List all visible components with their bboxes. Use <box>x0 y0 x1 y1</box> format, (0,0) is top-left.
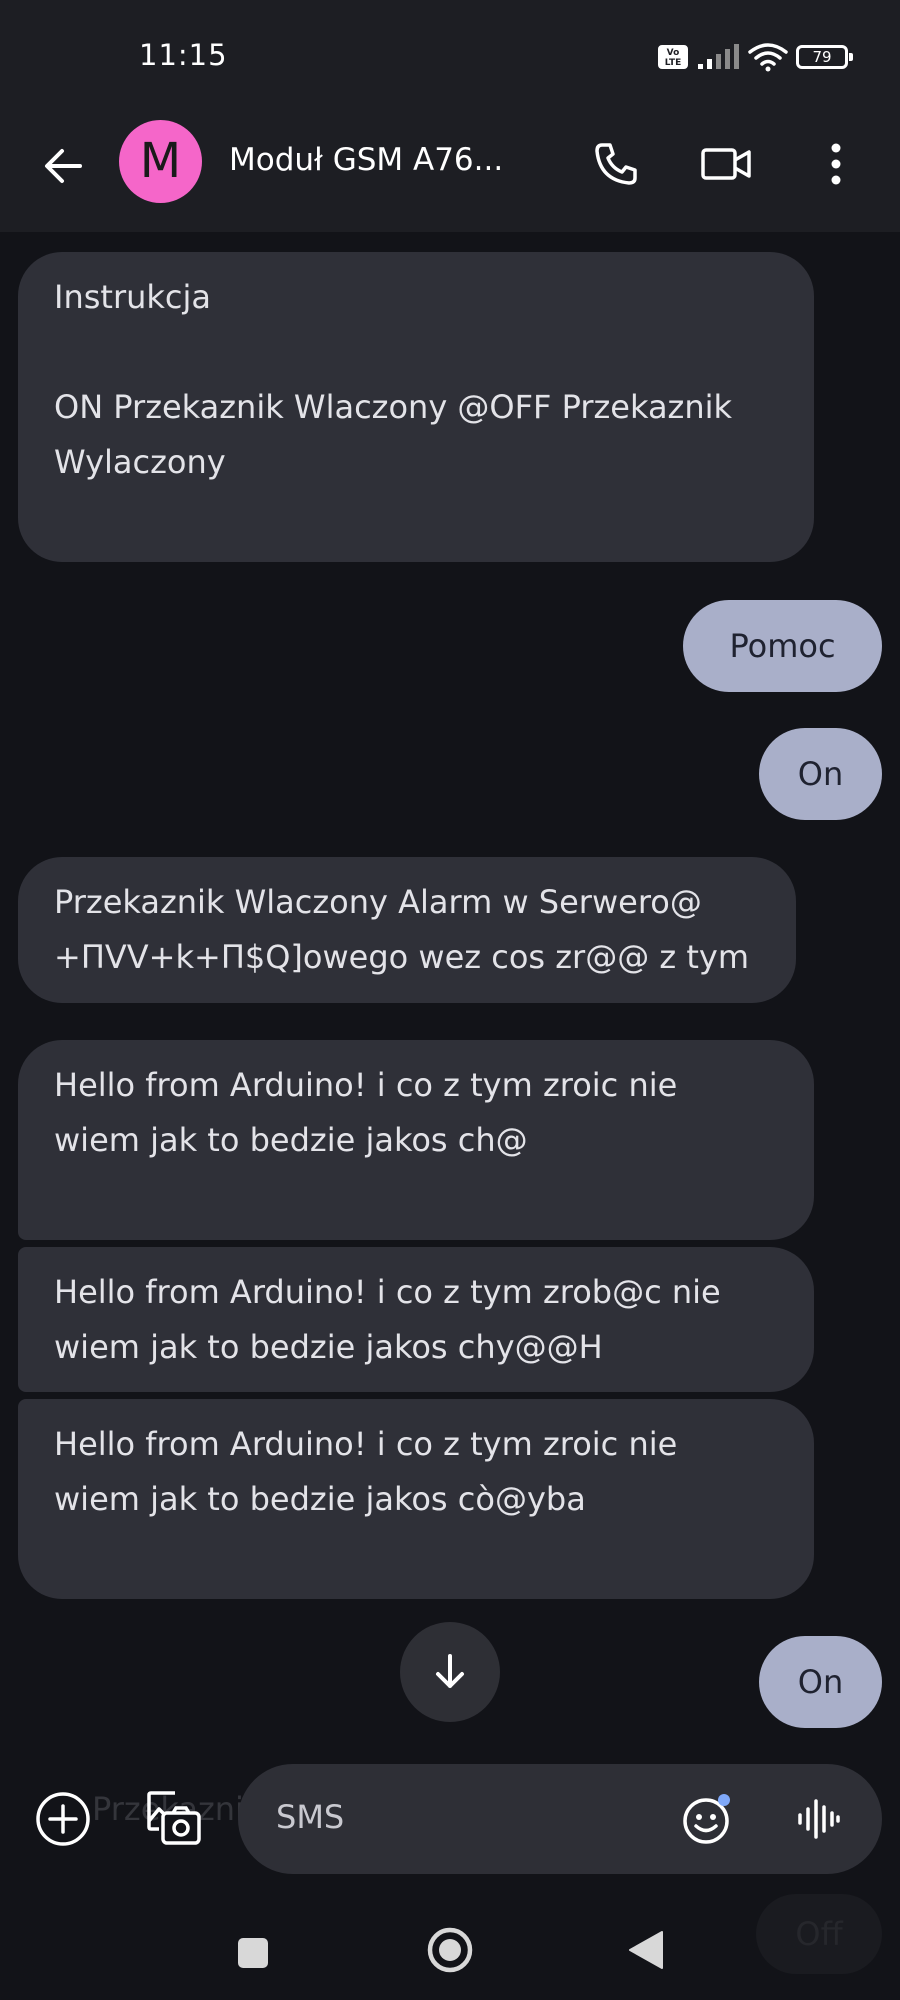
system-navigation-bar: Off <box>0 1884 900 2000</box>
triangle-back-icon <box>629 1931 663 1969</box>
scroll-to-bottom-button[interactable] <box>400 1622 500 1722</box>
contact-name[interactable]: Moduł GSM A76... <box>229 142 503 178</box>
status-bar: 11:15 Vo LTE 79 <box>0 0 900 110</box>
more-vert-icon <box>831 143 841 185</box>
message-incoming[interactable]: Hello from Arduino! i co z tym zrob@c ni… <box>18 1247 814 1392</box>
back-button[interactable] <box>36 138 92 194</box>
status-icons: Vo LTE 79 <box>658 42 853 72</box>
call-button[interactable] <box>588 136 644 192</box>
wifi-icon <box>748 43 788 72</box>
conversation-header: M Moduł GSM A76... <box>0 110 900 232</box>
photo-camera-icon <box>147 1791 201 1845</box>
more-options-button[interactable] <box>808 136 864 192</box>
message-incoming[interactable]: Instrukcja ON Przekaznik Wlaczony @OFF P… <box>18 252 814 562</box>
arrow-back-icon <box>45 149 82 183</box>
emoji-icon <box>683 1794 730 1844</box>
audio-wave-icon <box>798 1799 840 1839</box>
recents-button[interactable] <box>228 1928 278 1978</box>
arrow-down-icon <box>436 1654 464 1688</box>
home-circle-icon <box>427 1927 473 1973</box>
add-circle-icon <box>36 1792 90 1846</box>
battery-icon: 79 <box>796 45 853 69</box>
square-icon <box>238 1938 268 1968</box>
compose-bar: Przekaznik SMS <box>0 1754 900 1884</box>
gallery-button[interactable] <box>144 1788 204 1848</box>
volte-icon: Vo LTE <box>658 45 688 69</box>
message-incoming[interactable]: Przekaznik Wlaczony Alarm w Serwero@ +ΠV… <box>18 857 796 1003</box>
message-input-placeholder: SMS <box>276 1798 345 1836</box>
signal-icon <box>698 44 739 69</box>
message-incoming[interactable]: Hello from Arduino! i co z tym zroic nie… <box>18 1399 814 1599</box>
back-nav-button[interactable] <box>622 1926 670 1974</box>
message-outgoing[interactable]: On <box>759 1636 882 1728</box>
phone-icon <box>595 143 637 185</box>
message-outgoing[interactable]: On <box>759 728 882 820</box>
message-input[interactable]: SMS <box>238 1764 882 1874</box>
video-call-button[interactable] <box>698 136 754 192</box>
message-outgoing[interactable]: Pomoc <box>683 600 882 692</box>
contact-avatar[interactable]: M <box>119 120 202 203</box>
message-incoming[interactable]: Hello from Arduino! i co z tym zroic nie… <box>18 1040 814 1240</box>
attach-button[interactable] <box>34 1790 92 1848</box>
emoji-button[interactable] <box>680 1791 736 1847</box>
voice-message-button[interactable] <box>790 1791 846 1847</box>
background-message-text: Off <box>756 1894 882 1974</box>
status-time: 11:15 <box>139 38 228 72</box>
video-camera-icon <box>701 148 751 180</box>
home-button[interactable] <box>424 1924 476 1976</box>
